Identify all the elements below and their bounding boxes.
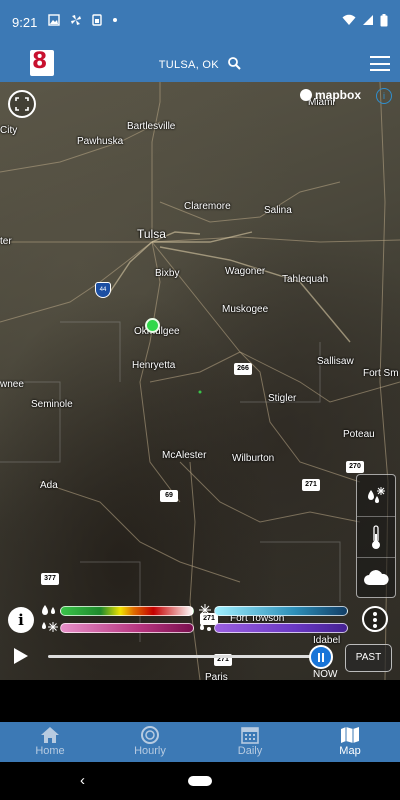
map-icon bbox=[341, 727, 359, 743]
app-header: 8 TULSA, OK bbox=[0, 46, 400, 82]
city-label: Salina bbox=[264, 205, 292, 216]
city-label: Idabel bbox=[313, 635, 341, 646]
city-label: Claremore bbox=[184, 201, 231, 212]
cloud-icon bbox=[364, 569, 389, 585]
city-label: Bixby bbox=[155, 268, 180, 279]
city-label: Wilburton bbox=[232, 453, 275, 464]
location-label: TULSA, OK bbox=[158, 59, 219, 71]
past-button[interactable]: PAST bbox=[345, 644, 392, 672]
system-nav-bar: ‹ bbox=[0, 762, 400, 800]
expand-icon bbox=[15, 97, 29, 111]
status-time: 9:21 bbox=[12, 15, 38, 30]
image-icon bbox=[48, 14, 60, 26]
tab-hourly[interactable]: Hourly bbox=[100, 722, 200, 762]
tab-daily[interactable]: Daily bbox=[200, 722, 300, 762]
rain-icon bbox=[42, 605, 55, 615]
layer-panel bbox=[356, 474, 396, 598]
route-shield: 270 bbox=[346, 461, 364, 473]
play-button[interactable] bbox=[14, 648, 28, 664]
dot-icon bbox=[113, 18, 117, 22]
radar-map[interactable]: Miami City Bartlesville Pawhuska Claremo… bbox=[0, 82, 400, 680]
city-label: Wagoner bbox=[225, 266, 266, 277]
tab-home[interactable]: Home bbox=[0, 722, 100, 762]
fullscreen-button[interactable] bbox=[8, 90, 36, 118]
city-label: ter bbox=[0, 236, 12, 247]
bottom-tab-bar: Home Hourly Daily Map bbox=[0, 722, 400, 762]
route-shield: 271 bbox=[302, 479, 320, 491]
mix-icon bbox=[200, 623, 211, 631]
layer-cloud-button[interactable] bbox=[357, 557, 395, 597]
interstate-shield: 44 bbox=[95, 282, 111, 298]
city-label: Sallisaw bbox=[317, 356, 354, 367]
snow-legend-bar bbox=[60, 623, 194, 633]
home-pill[interactable] bbox=[188, 776, 212, 786]
status-bar: 9:21 bbox=[0, 0, 400, 46]
mapbox-logo: mapbox bbox=[300, 88, 361, 102]
location-search[interactable]: TULSA, OK bbox=[0, 57, 400, 71]
thermometer-icon bbox=[372, 524, 380, 549]
city-label: Paris bbox=[205, 672, 228, 680]
search-icon bbox=[228, 57, 241, 70]
back-button[interactable]: ‹ bbox=[80, 772, 85, 789]
battery-icon bbox=[380, 14, 388, 27]
menu-icon[interactable] bbox=[370, 56, 390, 71]
location-pin[interactable] bbox=[145, 318, 160, 333]
attribution-info-button[interactable]: i bbox=[376, 88, 392, 104]
city-label: Henryetta bbox=[132, 360, 176, 371]
city-label: Ada bbox=[40, 480, 58, 491]
spacer bbox=[0, 680, 400, 722]
city-label: Tahlequah bbox=[282, 274, 329, 285]
mix-legend-bar bbox=[214, 623, 348, 633]
city-label: Fort Sm bbox=[363, 368, 399, 379]
more-options-button[interactable] bbox=[362, 606, 388, 632]
city-label-tulsa: Tulsa bbox=[137, 227, 166, 241]
sim-icon bbox=[92, 14, 102, 26]
cold-legend-bar bbox=[214, 606, 348, 616]
route-shield: 377 bbox=[41, 573, 59, 585]
clock-icon bbox=[141, 726, 159, 744]
signal-icon bbox=[363, 15, 373, 25]
city-label: McAlester bbox=[162, 450, 207, 461]
city-label: wnee bbox=[0, 379, 24, 390]
route-shield: 266 bbox=[234, 363, 252, 375]
now-label: NOW bbox=[313, 669, 338, 680]
city-label: Seminole bbox=[31, 399, 73, 410]
timeline-track[interactable] bbox=[48, 655, 324, 658]
city-label: City bbox=[0, 125, 18, 136]
snow-icon bbox=[42, 622, 58, 632]
precip-type-icon bbox=[368, 487, 385, 503]
wifi-icon bbox=[342, 14, 356, 25]
calendar-icon bbox=[241, 727, 259, 744]
tab-map[interactable]: Map bbox=[300, 722, 400, 762]
city-label: Bartlesville bbox=[127, 121, 176, 132]
snowflake-icon bbox=[199, 604, 211, 616]
city-label: Stigler bbox=[268, 393, 297, 404]
city-label: Muskogee bbox=[222, 304, 269, 315]
city-label: Poteau bbox=[343, 429, 375, 440]
legend-info-button[interactable]: i bbox=[8, 607, 34, 633]
fan-icon bbox=[71, 15, 81, 25]
road-network bbox=[0, 82, 400, 680]
mapbox-icon bbox=[300, 89, 312, 101]
layer-precip-type-button[interactable] bbox=[357, 475, 395, 515]
home-icon bbox=[41, 727, 59, 743]
rain-legend-bar bbox=[60, 606, 194, 616]
city-label: Pawhuska bbox=[77, 136, 124, 147]
route-shield: 69 bbox=[160, 490, 178, 502]
layer-temperature-button[interactable] bbox=[357, 516, 395, 556]
